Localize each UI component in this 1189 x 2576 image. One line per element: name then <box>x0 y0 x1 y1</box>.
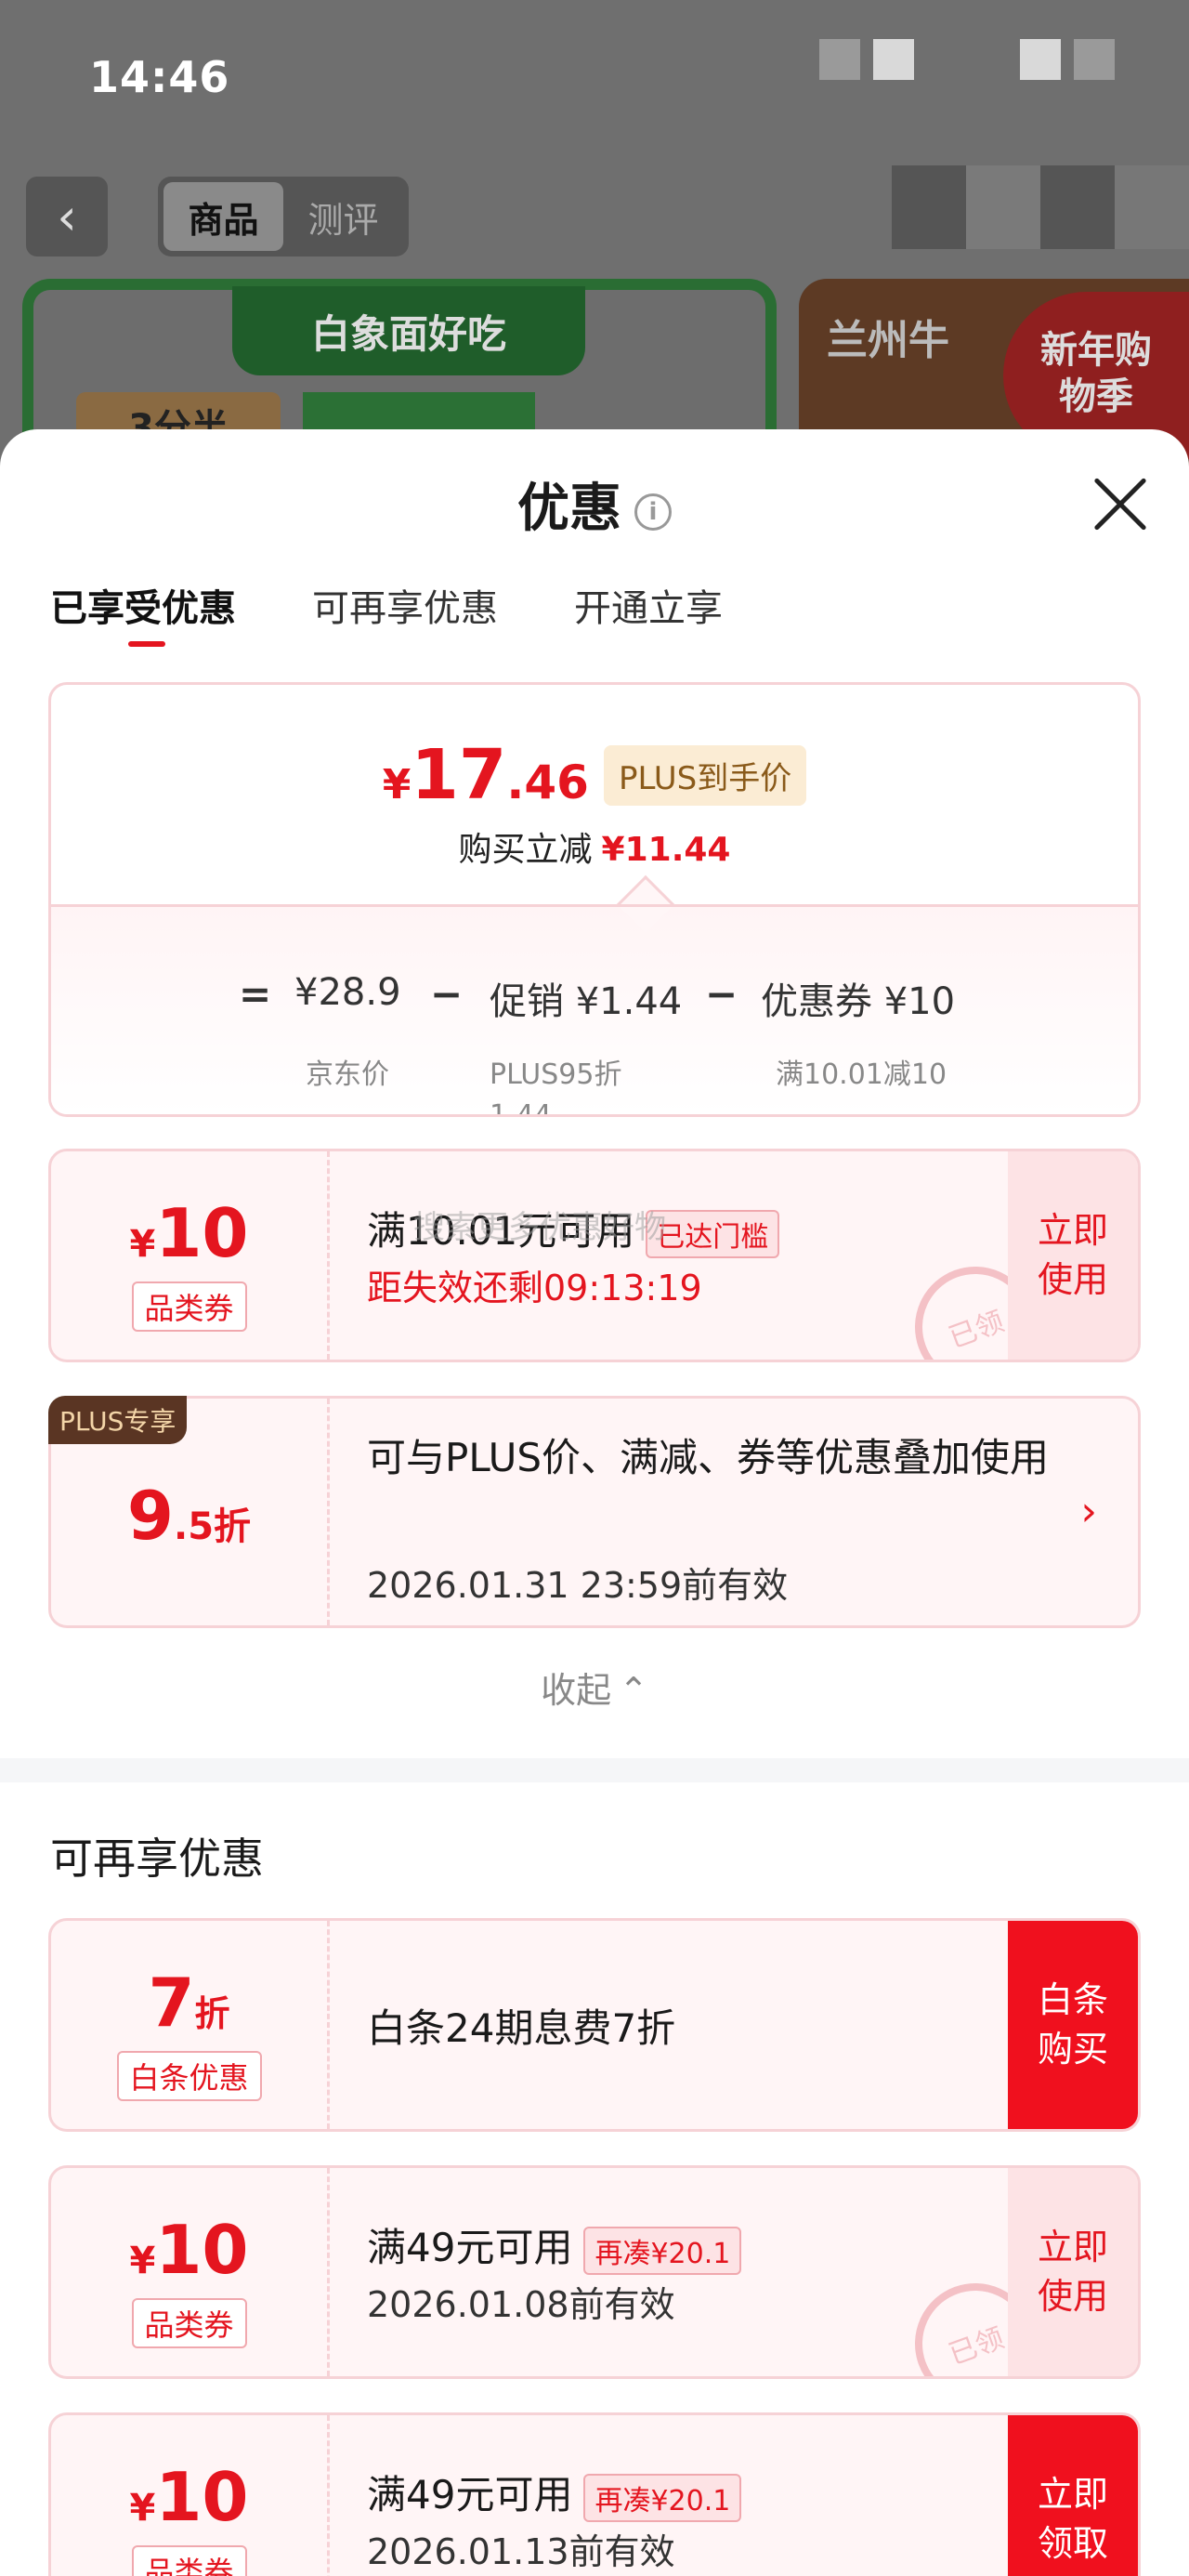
coupon-condition: 满49元可用 再凑¥20.1 <box>367 2464 742 2522</box>
baitiao-tag: 白条优惠 <box>116 2051 262 2101</box>
chevron-up-icon: ⌃ <box>619 1670 648 1711</box>
jd-price-label: 京东价 <box>306 1058 389 1091</box>
tab-review[interactable]: 测评 <box>283 182 403 251</box>
status-time: 14:46 <box>89 52 230 102</box>
product1-brand: 白象面好吃 <box>232 286 585 375</box>
page: 14:46 ‹ 商品 测评 白象面好吃 3分半 兰州牛 新年购物季 优惠 i 已享… <box>0 0 1189 2576</box>
close-button[interactable] <box>1092 476 1148 532</box>
plus-valid-date: 2026.01.31 23:59前有效 <box>367 1565 789 1606</box>
coupon-card-baitiao[interactable]: 7折 白条优惠 白条24期息费7折 白条购买 <box>48 1918 1141 2132</box>
use-now-button[interactable]: 立即使用 <box>1008 1151 1138 1360</box>
coupon-card-category[interactable]: ¥10 品类券 满10.01元可用 已达门槛 距失效还剩09:13:19 搜索更多… <box>48 1149 1141 1362</box>
baitiao-discount-value: 7折 <box>148 1964 230 2042</box>
sheet-title: 优惠 <box>517 479 621 539</box>
coupon-type-tag: 品类券 <box>131 1281 247 1332</box>
coupon-card-category-2[interactable]: ¥10 品类券 满49元可用 再凑¥20.1 2026.01.08前有效 已领 立… <box>48 2165 1141 2379</box>
instant-reduction: 购买立减 ¥11.44 <box>458 831 731 869</box>
back-button[interactable]: ‹ <box>26 177 108 256</box>
coupon-valid-date: 2026.01.13前有效 <box>367 2531 675 2572</box>
baitiao-buy-button[interactable]: 白条购买 <box>1008 1921 1138 2129</box>
discount-sheet: 优惠 i 已享受优惠 可再享优惠 开通立享 ¥17.46 PLUS到手价 购买立减… <box>0 429 1189 2576</box>
price-formula: = ¥28.9 − 促销 ¥1.44 − 优惠券 ¥10 京东价 PLUS95折… <box>51 934 1138 1114</box>
coupon-detail: 满10.01减10 <box>776 1058 947 1091</box>
plus-exclusive-badge: PLUS专享 <box>48 1396 188 1444</box>
product2-badge-text: 新年购物季 <box>1040 329 1152 418</box>
add-more-badge: 再凑¥20.1 <box>583 2473 742 2522</box>
plus-discount-card[interactable]: PLUS专享 9.5折 可与PLUS价、满减、券等优惠叠加使用 2026.01.… <box>48 1396 1141 1628</box>
plus-price-tag: PLUS到手价 <box>603 744 807 806</box>
promo-amount: 促销 ¥1.44 <box>490 980 683 1023</box>
tab-product[interactable]: 商品 <box>163 182 283 251</box>
coupon-card-category-3[interactable]: ¥10 品类券 满49元可用 再凑¥20.1 2026.01.13前有效 立即领取 <box>48 2412 1141 2576</box>
claim-now-button[interactable]: 立即领取 <box>1008 2415 1138 2576</box>
coupon-amount-value: ¥10 <box>129 1194 249 1272</box>
product2-title: 兰州牛 <box>827 317 949 364</box>
info-icon[interactable]: i <box>634 493 672 531</box>
price-summary-card: ¥17.46 PLUS到手价 购买立减 ¥11.44 = ¥28.9 − 促销 ¥… <box>48 682 1141 1117</box>
collapse-button[interactable]: 收起 ⌃ <box>0 1662 1189 1713</box>
tab-more-discounts[interactable]: 可再享优惠 <box>312 578 498 632</box>
promo-detail: PLUS95折 1.44 <box>490 1058 622 1117</box>
coupon-amount: 优惠券 ¥10 <box>761 980 956 1023</box>
tab-enjoyed[interactable]: 已享受优惠 <box>50 578 236 647</box>
blurred-area <box>892 165 1189 249</box>
discount-tabs: 已享受优惠 可再享优惠 开通立享 <box>50 578 723 647</box>
product-tabs: 商品 测评 <box>158 177 409 256</box>
watermark-text: 搜索更多优惠好物 <box>413 1209 666 1246</box>
back-arrow-icon: ‹ <box>57 187 77 246</box>
final-price-line: ¥17.46 PLUS到手价 <box>51 735 1138 815</box>
section-divider <box>0 1758 1189 1782</box>
coupon-type-tag: 品类券 <box>131 2298 247 2348</box>
status-icons <box>819 39 1115 80</box>
coupon-valid-date: 2026.01.08前有效 <box>367 2284 675 2325</box>
baitiao-desc: 白条24期息费7折 <box>367 2005 676 2051</box>
add-more-badge: 再凑¥20.1 <box>583 2226 742 2275</box>
background-overlay[interactable]: 14:46 ‹ 商品 测评 白象面好吃 3分半 兰州牛 新年购物季 <box>0 0 1189 532</box>
final-price: ¥17.46 <box>382 735 589 815</box>
coupon-type-tag: 品类券 <box>131 2545 247 2576</box>
coupon-countdown: 距失效还剩09:13:19 <box>367 1268 702 1308</box>
tab-activate[interactable]: 开通立享 <box>574 578 723 632</box>
plus-discount-value: 9.5折 <box>126 1477 252 1555</box>
chevron-right-icon[interactable]: › <box>1080 1488 1097 1535</box>
coupon-condition: 满49元可用 再凑¥20.1 <box>367 2216 742 2275</box>
jd-price: ¥28.9 <box>294 971 401 1014</box>
sheet-header: 优惠 i <box>0 467 1189 542</box>
plus-discount-desc: 可与PLUS价、满减、券等优惠叠加使用 <box>367 1435 1050 1480</box>
section-title-more: 可再享优惠 <box>50 1833 264 1884</box>
use-now-button[interactable]: 立即使用 <box>1008 2168 1138 2376</box>
